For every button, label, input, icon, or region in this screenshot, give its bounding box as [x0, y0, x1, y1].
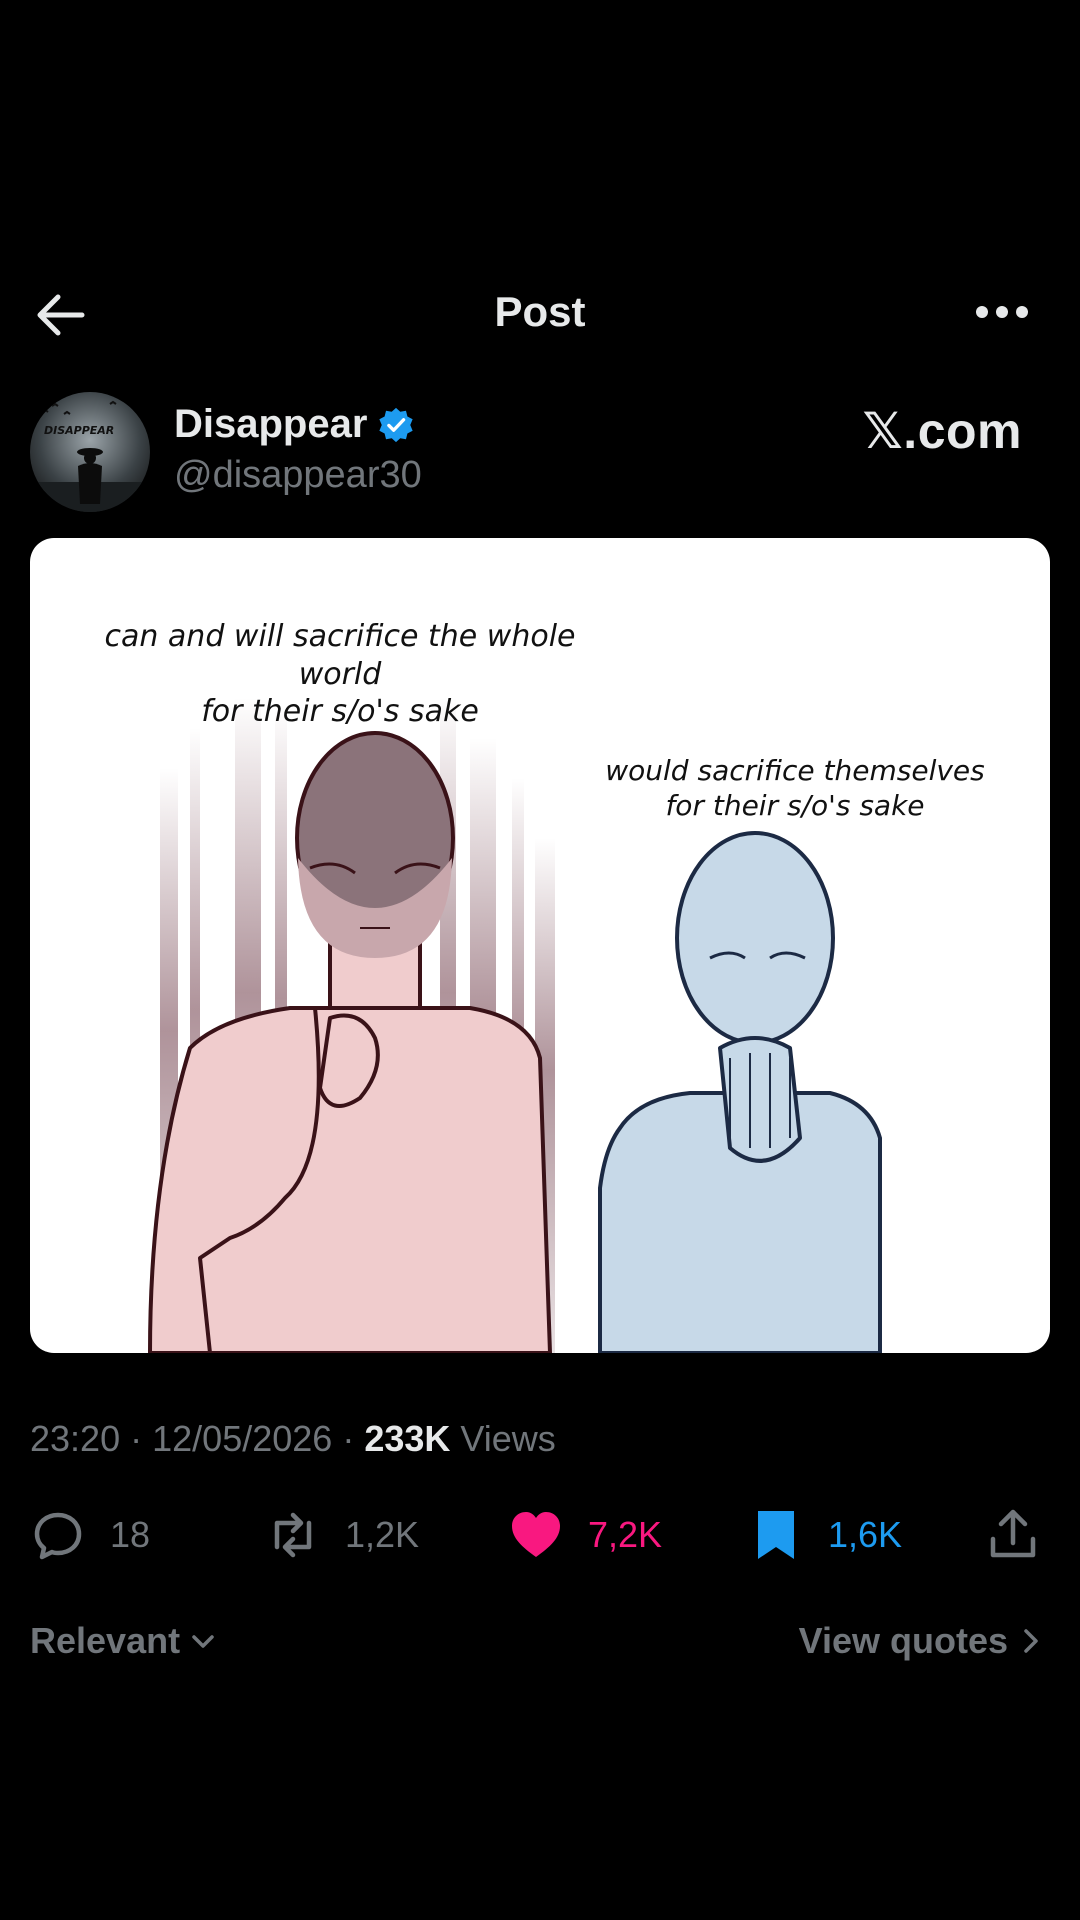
- caption-left-line1: can and will sacrifice the whole world: [104, 619, 576, 692]
- display-name[interactable]: Disappear: [174, 402, 367, 447]
- chevron-down-icon: [192, 1635, 214, 1648]
- view-quotes-link[interactable]: View quotes: [799, 1620, 1046, 1662]
- sort-replies-dropdown[interactable]: Relevant: [30, 1620, 220, 1662]
- bookmark-button[interactable]: 1,6K: [748, 1500, 902, 1570]
- caption-left: can and will sacrifice the whole world f…: [90, 618, 590, 731]
- name-row: Disappear: [174, 402, 415, 447]
- right-figure: [598, 831, 882, 1353]
- repost-button[interactable]: 1,2K: [265, 1500, 419, 1570]
- post-date: 12/05/2026: [152, 1418, 333, 1459]
- heart-filled-icon: [512, 1512, 560, 1557]
- post-meta: 23:20 · 12/05/2026 · 233K Views: [30, 1418, 556, 1460]
- caption-left-line2: for their s/o's sake: [201, 694, 479, 729]
- caption-right-line2: for their s/o's sake: [665, 789, 925, 822]
- repost-icon: [274, 1512, 312, 1558]
- replies-controls: Relevant View quotes: [0, 1620, 1080, 1676]
- chevron-right-icon: [1024, 1629, 1038, 1653]
- bookmark-filled-icon: [758, 1511, 794, 1559]
- sort-label: Relevant: [30, 1620, 181, 1661]
- watermark: 𝕏.com: [862, 403, 1022, 459]
- avatar[interactable]: DISAPPEAR: [30, 392, 150, 512]
- post-author: DISAPPEAR Disappear @disappear30 𝕏.com: [30, 392, 1050, 512]
- user-handle[interactable]: @disappear30: [174, 454, 422, 497]
- top-bar: Post: [0, 280, 1080, 350]
- caption-right: would sacrifice themselves for their s/o…: [585, 753, 1005, 823]
- more-horizontal-icon: [976, 306, 1028, 318]
- caption-right-line1: would sacrifice themselves: [605, 754, 985, 787]
- views-label: Views: [460, 1418, 556, 1459]
- reply-button[interactable]: 18: [30, 1500, 150, 1570]
- separator: ·: [342, 1418, 355, 1459]
- share-button[interactable]: [985, 1500, 1041, 1570]
- share-icon: [990, 1509, 1036, 1558]
- repost-count: 1,2K: [345, 1514, 420, 1555]
- post-image[interactable]: can and will sacrifice the whole world f…: [30, 538, 1050, 1353]
- action-bar: 18 1,2K 7,2K 1,6K: [0, 1500, 1080, 1570]
- separator: ·: [130, 1418, 143, 1459]
- view-quotes-label: View quotes: [798, 1620, 1008, 1661]
- avatar-image: DISAPPEAR: [30, 392, 150, 512]
- views-count[interactable]: 233K: [364, 1418, 450, 1459]
- reply-icon: [34, 1512, 82, 1560]
- like-count: 7,2K: [588, 1514, 663, 1555]
- avatar-text: DISAPPEAR: [44, 424, 114, 437]
- more-options-button[interactable]: [974, 300, 1030, 324]
- verified-badge-icon: [379, 407, 414, 442]
- bookmark-count: 1,6K: [828, 1514, 903, 1555]
- page-title: Post: [494, 288, 586, 335]
- post-time: 23:20: [30, 1418, 121, 1459]
- like-button[interactable]: 7,2K: [508, 1500, 662, 1570]
- reply-count: 18: [110, 1514, 151, 1555]
